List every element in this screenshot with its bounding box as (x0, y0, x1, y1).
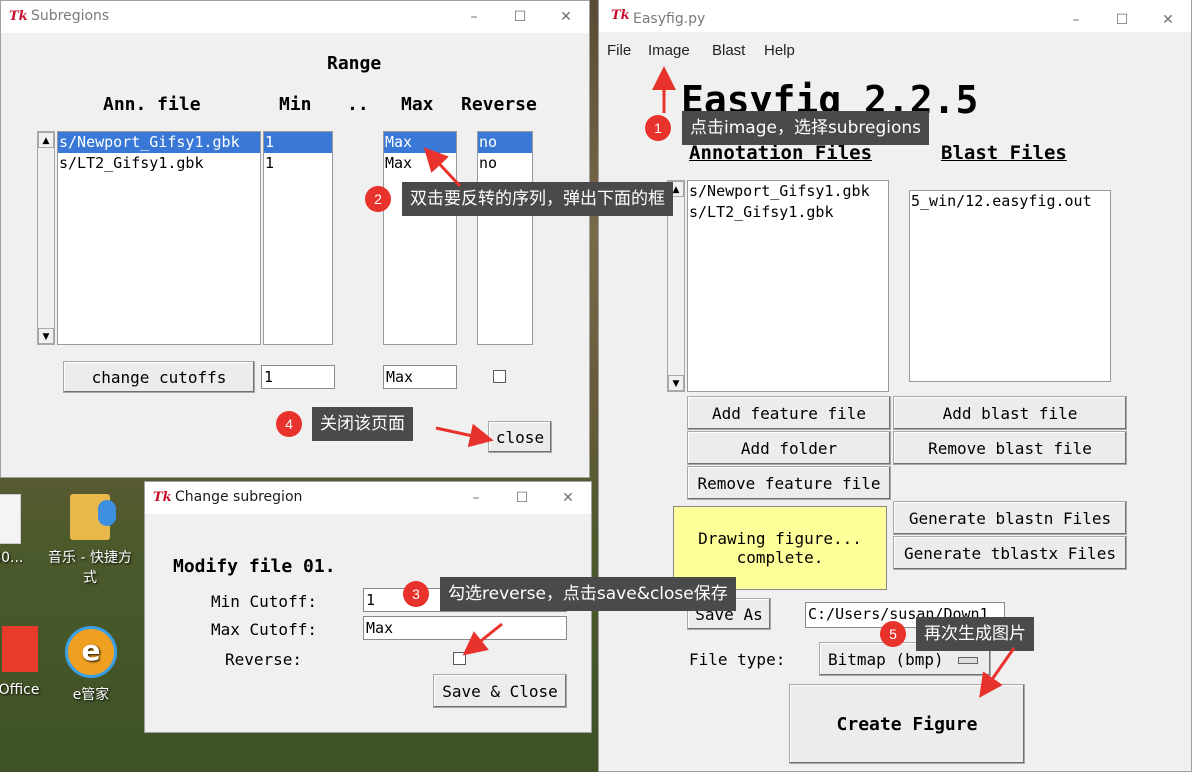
arrow-to-reverse-checkbox (462, 622, 503, 656)
arrow-to-selected-max (423, 147, 462, 188)
annotation-arrows (423, 66, 1016, 698)
arrow-to-close-button (435, 423, 494, 448)
arrow-to-create-figure (979, 647, 1016, 698)
